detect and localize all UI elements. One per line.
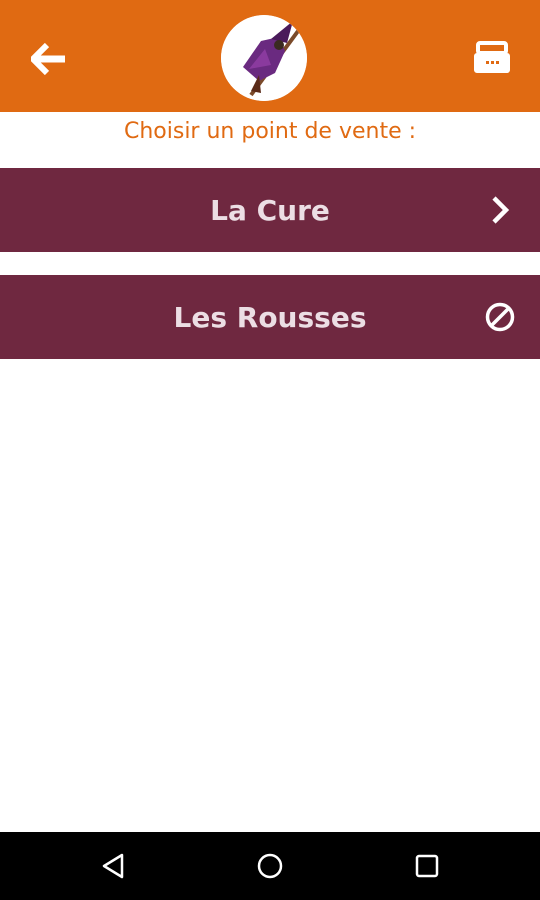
arrow-left-icon (31, 43, 65, 75)
chevron-right-icon (492, 196, 510, 224)
square-recents-icon (415, 854, 439, 878)
system-recents-button[interactable] (407, 846, 447, 886)
store-item-la-cure[interactable]: La Cure (0, 168, 540, 252)
circle-home-icon (257, 853, 283, 879)
app-header (0, 0, 540, 112)
store-label: Les Rousses (173, 300, 367, 334)
basket-icon (474, 41, 510, 73)
back-button[interactable] (28, 38, 70, 80)
store-label: La Cure (210, 193, 330, 227)
choose-store-prompt: Choisir un point de vente : (123, 119, 417, 144)
triangle-back-icon (102, 853, 124, 879)
witch-logo-icon (221, 15, 307, 101)
basket-button[interactable] (470, 38, 514, 78)
block-icon (485, 302, 515, 332)
store-item-les-rousses[interactable]: Les Rousses (0, 275, 540, 359)
system-navigation-bar (0, 832, 540, 900)
system-home-button[interactable] (250, 846, 290, 886)
system-back-button[interactable] (93, 846, 133, 886)
